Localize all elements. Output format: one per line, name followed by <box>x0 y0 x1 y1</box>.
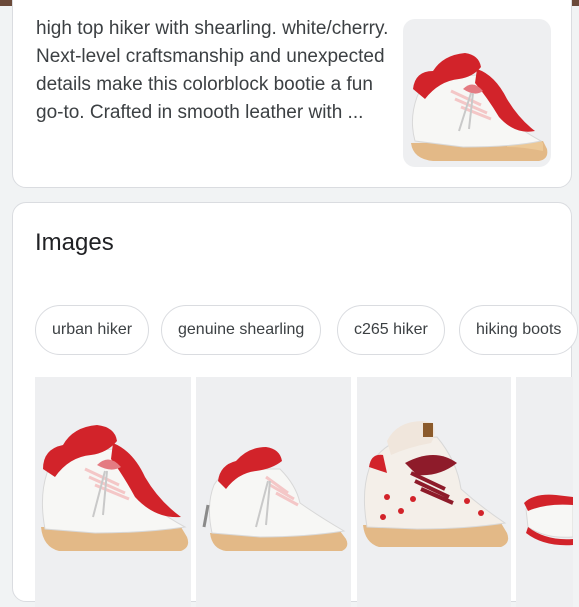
images-card: Images urban hiker genuine shearling c26… <box>12 202 579 607</box>
image-result-3[interactable] <box>357 377 511 607</box>
image-result-4[interactable] <box>516 377 573 607</box>
chip-hiking-boots[interactable]: hiking boots <box>459 305 579 355</box>
images-heading: Images <box>35 229 114 256</box>
result-snippet: high top hiker with shearling. white/che… <box>36 18 389 123</box>
result-card[interactable]: high top hiker with shearling. white/che… <box>12 0 572 188</box>
chip-urban-hiker[interactable]: urban hiker <box>35 305 150 355</box>
result-thumbnail[interactable] <box>403 19 551 167</box>
image-result-1[interactable] <box>35 377 191 607</box>
sneaker-image <box>41 425 189 551</box>
sneaker-image <box>411 53 548 161</box>
image-result-2[interactable] <box>196 377 351 607</box>
sneaker-image <box>524 494 573 546</box>
chip-c265-hiker[interactable]: c265 hiker <box>337 305 445 355</box>
chip-genuine-shearling[interactable]: genuine shearling <box>161 305 322 355</box>
sneaker-image <box>202 447 348 551</box>
sneaker-image <box>363 421 509 547</box>
